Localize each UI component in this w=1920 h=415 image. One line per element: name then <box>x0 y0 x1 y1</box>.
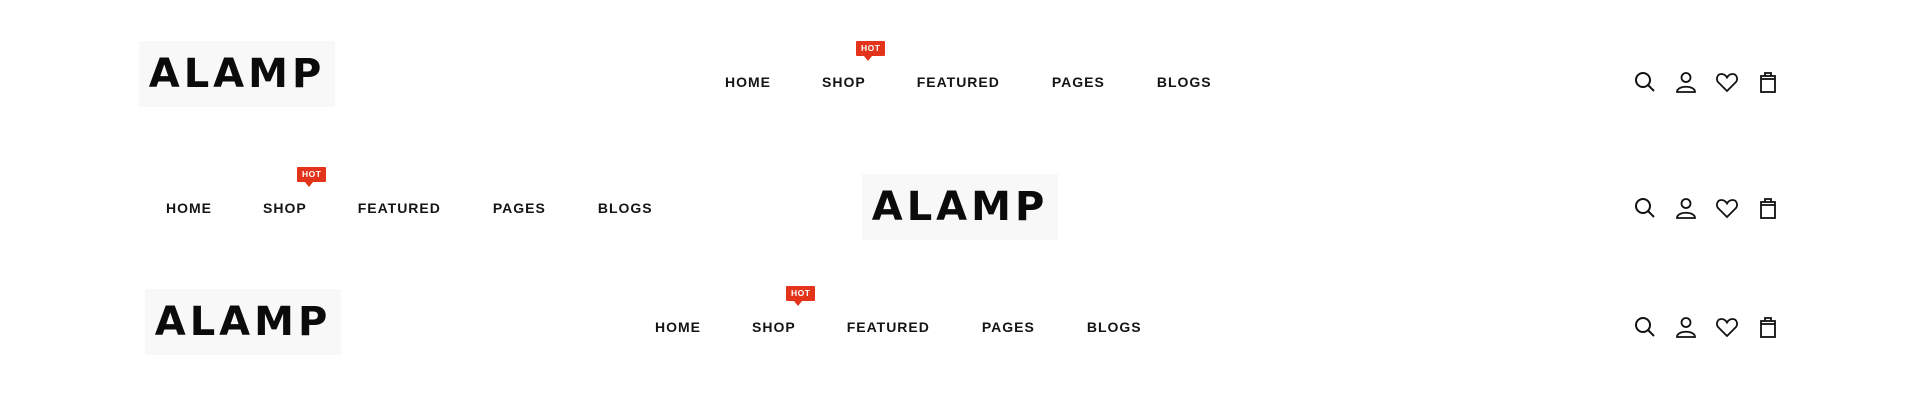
nav-shop[interactable]: SHOP HOT <box>752 286 816 335</box>
nav-pages-label: PAGES <box>492 200 546 216</box>
header-1: ALAMP HOME SHOP HOT FEATURED PAGES BLOGS <box>0 40 1920 110</box>
nav-shop[interactable]: SHOP HOT <box>263 167 327 216</box>
shopping-bag-icon[interactable] <box>1756 196 1780 220</box>
search-icon[interactable] <box>1633 315 1657 339</box>
nav-home[interactable]: HOME <box>655 319 701 335</box>
nav-home[interactable]: HOME <box>166 200 212 216</box>
hot-badge: HOT <box>297 167 327 187</box>
nav-featured[interactable]: FEATURED <box>917 74 1000 90</box>
main-nav: HOME SHOP HOT FEATURED PAGES BLOGS <box>166 167 653 223</box>
user-icon[interactable] <box>1674 196 1698 220</box>
nav-featured-label: FEATURED <box>357 200 441 216</box>
shopping-bag-icon[interactable] <box>1756 315 1780 339</box>
nav-blogs[interactable]: BLOGS <box>1087 319 1142 335</box>
header-actions <box>1633 70 1780 94</box>
hot-badge: HOT <box>786 286 816 306</box>
main-nav: HOME SHOP HOT FEATURED PAGES BLOGS <box>725 41 1212 97</box>
nav-home-label: HOME <box>725 74 771 90</box>
nav-blogs-label: BLOGS <box>597 200 653 216</box>
header-actions <box>1633 315 1780 339</box>
header-2: HOME SHOP HOT FEATURED PAGES BLOGS ALAMP <box>0 167 1920 244</box>
heart-icon[interactable] <box>1715 315 1739 339</box>
user-icon[interactable] <box>1674 315 1698 339</box>
search-icon[interactable] <box>1633 70 1657 94</box>
nav-featured-label: FEATURED <box>916 74 1000 90</box>
nav-featured-label: FEATURED <box>846 319 930 335</box>
site-logo[interactable]: ALAMP <box>145 289 341 355</box>
user-icon[interactable] <box>1674 70 1698 94</box>
nav-pages-label: PAGES <box>1051 74 1105 90</box>
nav-blogs[interactable]: BLOGS <box>1157 74 1212 90</box>
nav-shop-label: SHOP <box>752 319 796 335</box>
nav-home[interactable]: HOME <box>725 74 771 90</box>
heart-icon[interactable] <box>1715 70 1739 94</box>
heart-icon[interactable] <box>1715 196 1739 220</box>
nav-shop-label: SHOP <box>822 74 866 90</box>
site-logo[interactable]: ALAMP <box>139 41 335 107</box>
nav-shop-label: SHOP <box>263 200 307 216</box>
nav-featured[interactable]: FEATURED <box>847 319 930 335</box>
nav-pages[interactable]: PAGES <box>493 200 546 216</box>
header-3: ALAMP HOME SHOP HOT FEATURED PAGES BLOGS <box>0 286 1920 358</box>
nav-blogs[interactable]: BLOGS <box>598 200 653 216</box>
site-logo[interactable]: ALAMP <box>862 174 1058 240</box>
nav-pages-label: PAGES <box>981 319 1035 335</box>
nav-pages[interactable]: PAGES <box>982 319 1035 335</box>
nav-blogs-label: BLOGS <box>1156 74 1212 90</box>
nav-home-label: HOME <box>655 319 701 335</box>
nav-featured[interactable]: FEATURED <box>358 200 441 216</box>
nav-pages[interactable]: PAGES <box>1052 74 1105 90</box>
nav-shop[interactable]: SHOP HOT <box>822 41 886 90</box>
main-nav: HOME SHOP HOT FEATURED PAGES BLOGS <box>655 286 1142 342</box>
search-icon[interactable] <box>1633 196 1657 220</box>
nav-home-label: HOME <box>166 200 212 216</box>
header-actions <box>1633 196 1780 220</box>
nav-blogs-label: BLOGS <box>1086 319 1142 335</box>
shopping-bag-icon[interactable] <box>1756 70 1780 94</box>
hot-badge: HOT <box>856 41 886 61</box>
